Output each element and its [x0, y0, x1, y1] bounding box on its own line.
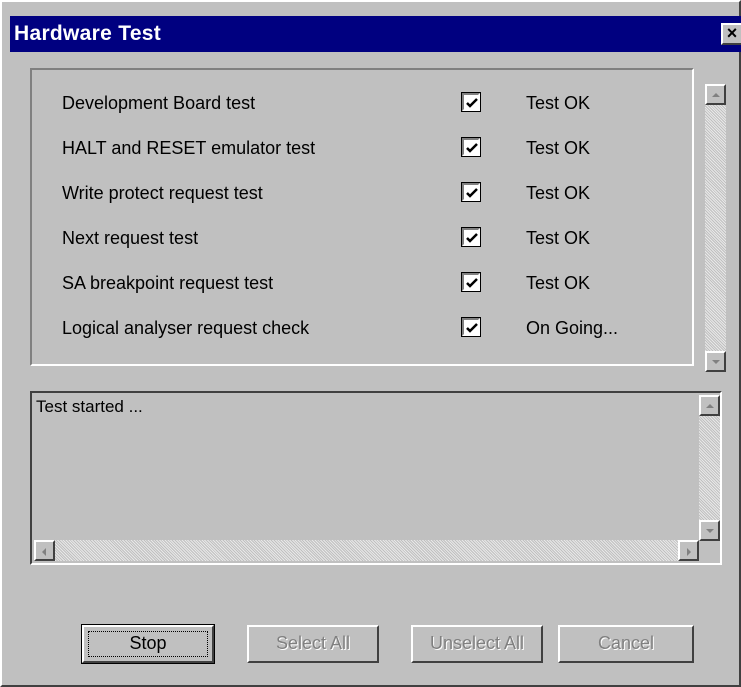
check-icon [466, 323, 478, 333]
check-icon [466, 278, 478, 288]
unselect-all-button-label: Unselect All [429, 633, 525, 653]
title-bar[interactable]: Hardware Test × [10, 16, 741, 52]
log-scroll-left-button[interactable] [34, 540, 55, 561]
stop-button[interactable]: Stop [81, 624, 215, 664]
select-all-button-label: Select All [275, 633, 351, 653]
log-text: Test started ... [36, 397, 143, 416]
test-status: Test OK [526, 183, 591, 203]
test-name: Next request test [62, 228, 199, 248]
close-icon: × [726, 23, 738, 43]
arrow-up-icon [706, 404, 714, 408]
check-icon [466, 233, 478, 243]
test-name: Development Board test [62, 93, 256, 113]
test-name: HALT and RESET emulator test [62, 138, 316, 158]
test-row: SA breakpoint request test Test OK [32, 270, 692, 300]
test-name: SA breakpoint request test [62, 273, 274, 293]
test-checkbox[interactable] [461, 317, 481, 337]
scroll-down-button[interactable] [705, 351, 726, 372]
test-row: Development Board test Test OK [32, 90, 692, 120]
arrow-down-icon [712, 360, 720, 364]
arrow-left-icon [42, 548, 46, 556]
stop-button-label: Stop [129, 633, 167, 653]
log-scroll-down-button[interactable] [699, 520, 720, 541]
test-checkbox[interactable] [461, 227, 481, 247]
unselect-all-button[interactable]: Unselect All [411, 625, 543, 663]
test-status: On Going... [526, 318, 619, 338]
select-all-button[interactable]: Select All [247, 625, 379, 663]
test-row: Write protect request test Test OK [32, 180, 692, 210]
log-scroll-up-button[interactable] [699, 395, 720, 416]
log-vertical-scrollbar[interactable] [699, 395, 720, 541]
scroll-up-button[interactable] [705, 84, 726, 105]
log-output[interactable]: Test started ... [30, 391, 722, 565]
arrow-right-icon [687, 548, 691, 556]
tests-list: Development Board test Test OK HALT and … [30, 68, 694, 366]
test-status: Test OK [526, 138, 591, 158]
test-name: Write protect request test [62, 183, 263, 203]
log-scroll-right-button[interactable] [678, 540, 699, 561]
close-button[interactable]: × [721, 23, 741, 45]
test-checkbox[interactable] [461, 92, 481, 112]
test-row: Logical analyser request check On Going.… [32, 315, 692, 345]
test-row: Next request test Test OK [32, 225, 692, 255]
check-icon [466, 98, 478, 108]
tests-vertical-scrollbar[interactable] [705, 84, 726, 372]
cancel-button[interactable]: Cancel [558, 625, 694, 663]
test-checkbox[interactable] [461, 272, 481, 292]
cancel-button-label: Cancel [597, 633, 655, 653]
test-checkbox[interactable] [461, 137, 481, 157]
arrow-down-icon [706, 529, 714, 533]
test-row: HALT and RESET emulator test Test OK [32, 135, 692, 165]
test-checkbox[interactable] [461, 182, 481, 202]
log-horizontal-scrollbar[interactable] [34, 540, 699, 561]
test-status: Test OK [526, 273, 591, 293]
check-icon [466, 143, 478, 153]
window-title: Hardware Test [14, 22, 162, 45]
test-status: Test OK [526, 228, 591, 248]
check-icon [466, 188, 478, 198]
hardware-test-dialog: Hardware Test × Development Board test T… [0, 0, 741, 687]
test-name: Logical analyser request check [62, 318, 310, 338]
arrow-up-icon [712, 93, 720, 97]
test-status: Test OK [526, 93, 591, 113]
